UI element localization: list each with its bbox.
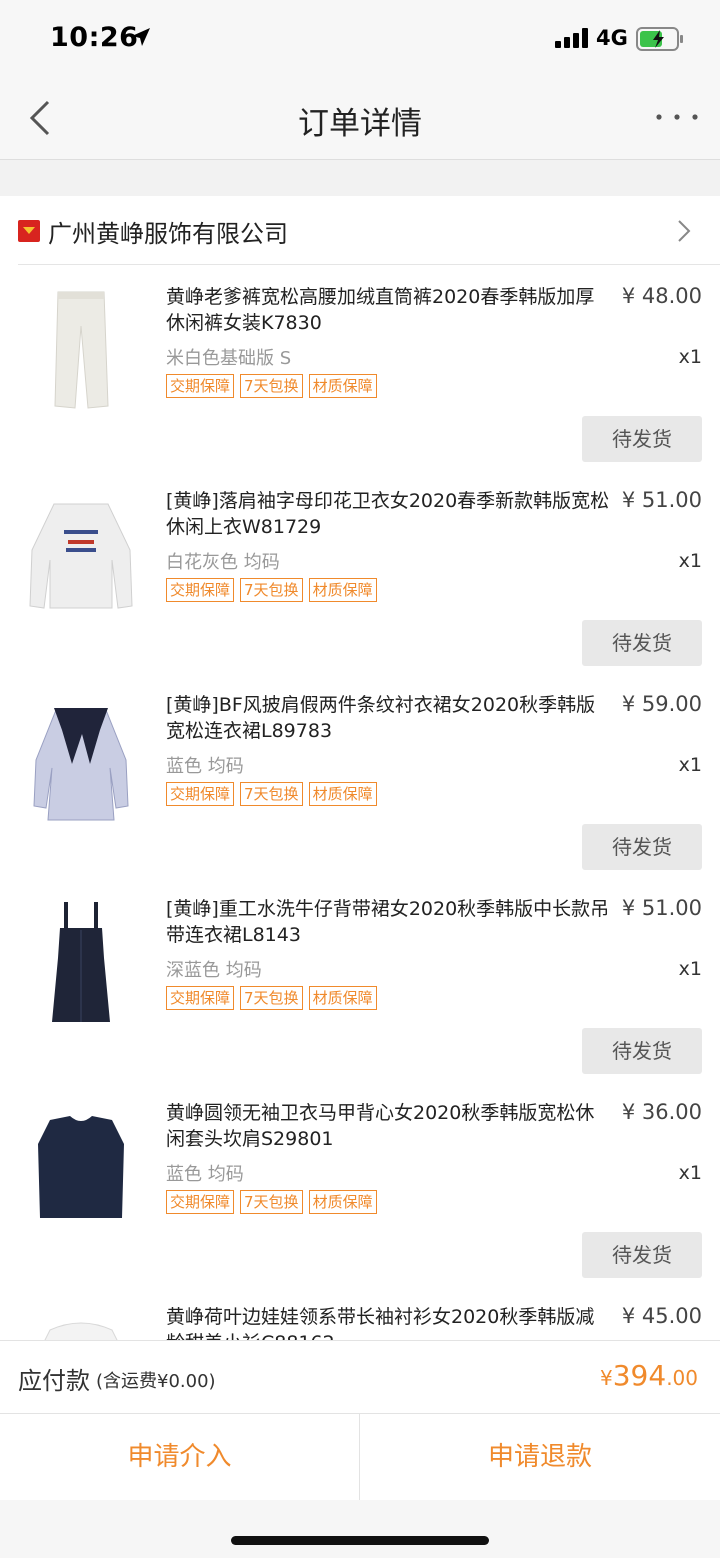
product-price: ¥ 48.00 (621, 284, 702, 308)
status-button-pending[interactable]: 待发货 (582, 824, 702, 870)
badge-exchange: 7天包换 (240, 1190, 303, 1214)
badge-material: 材质保障 (308, 986, 377, 1010)
product-image-vest[interactable] (20, 1102, 142, 1232)
payment-summary: 应付款 (含运费¥0.00) ¥394.00 (0, 1340, 720, 1414)
product-spec: 深蓝色 均码 (166, 960, 262, 981)
badge-delivery: 交期保障 (166, 782, 235, 806)
order-item[interactable]: 黄峥圆领无袖卫衣马甲背心女2020秋季韩版宽松休闲套头坎肩S29801 ¥ 36… (0, 1082, 720, 1286)
order-item[interactable]: [黄峥]重工水洗牛仔背带裙女2020秋季韩版中长款吊带连衣裙L8143 ¥ 51… (0, 878, 720, 1082)
status-button-pending[interactable]: 待发货 (582, 1028, 702, 1074)
product-quantity: x1 (678, 958, 702, 980)
badge-material: 材质保障 (308, 374, 377, 398)
product-price: ¥ 36.00 (621, 1100, 702, 1124)
product-spec: 蓝色 均码 (166, 1164, 244, 1185)
apply-intervention-button[interactable]: 申请介入 (0, 1414, 360, 1500)
shop-logo-icon (18, 220, 40, 242)
product-title[interactable]: 黄峥圆领无袖卫衣马甲背心女2020秋季韩版宽松休闲套头坎肩S29801 (166, 1100, 610, 1152)
badge-exchange: 7天包换 (240, 782, 303, 806)
total-amount: ¥394.00 (600, 1359, 698, 1392)
product-image-denim-pinafore[interactable] (20, 898, 142, 1028)
order-item[interactable]: 黄峥老爹裤宽松高腰加绒直筒裤2020春季韩版加厚休闲裤女装K7830 ¥ 48.… (0, 266, 720, 470)
badge-delivery: 交期保障 (166, 986, 235, 1010)
battery-charging-icon (636, 27, 683, 51)
guarantee-badges: 交期保障 7天包换 材质保障 (166, 1190, 377, 1214)
guarantee-badges: 交期保障 7天包换 材质保障 (166, 578, 377, 602)
amount-due-label: 应付款 (18, 1367, 90, 1395)
status-button-pending[interactable]: 待发货 (582, 1232, 702, 1278)
divider (18, 264, 720, 265)
order-shop-card: 广州黄峥服饰有限公司 黄峥老爹裤宽松高腰加绒直筒裤2020春季韩版加厚休闲裤女装… (0, 196, 720, 1436)
badge-exchange: 7天包换 (240, 578, 303, 602)
status-time: 10:26 (50, 22, 139, 53)
currency-symbol: ¥ (600, 1366, 613, 1390)
more-options-icon[interactable] (654, 112, 700, 122)
product-spec: 蓝色 均码 (166, 756, 244, 777)
product-image-sweatshirt[interactable] (20, 490, 142, 620)
nav-bar: 订单详情 (0, 76, 720, 160)
order-item[interactable]: [黄峥]落肩袖字母印花卫衣女2020春季新款韩版宽松休闲上衣W81729 ¥ 5… (0, 470, 720, 674)
product-spec: 米白色基础版 S (166, 348, 292, 369)
page-title: 订单详情 (298, 106, 422, 142)
guarantee-badges: 交期保障 7天包换 材质保障 (166, 782, 377, 806)
order-item[interactable]: [黄峥]BF风披肩假两件条纹衬衣裙女2020秋季韩版宽松连衣裙L89783 ¥ … (0, 674, 720, 878)
cellular-signal-icon (555, 28, 588, 48)
badge-material: 材质保障 (308, 782, 377, 806)
home-indicator[interactable] (231, 1536, 489, 1545)
product-title[interactable]: [黄峥]BF风披肩假两件条纹衬衣裙女2020秋季韩版宽松连衣裙L89783 (166, 692, 610, 744)
action-row: 申请介入 申请退款 (0, 1414, 720, 1500)
product-price: ¥ 51.00 (621, 896, 702, 920)
product-quantity: x1 (678, 346, 702, 368)
home-indicator-area (0, 1500, 720, 1558)
badge-delivery: 交期保障 (166, 1190, 235, 1214)
badge-delivery: 交期保障 (166, 374, 235, 398)
location-arrow-icon (132, 28, 150, 46)
badge-exchange: 7天包换 (240, 986, 303, 1010)
total-integer: 394 (612, 1359, 667, 1392)
network-type: 4G (596, 26, 628, 50)
product-price: ¥ 59.00 (621, 692, 702, 716)
product-title[interactable]: [黄峥]重工水洗牛仔背带裙女2020秋季韩版中长款吊带连衣裙L8143 (166, 896, 610, 948)
badge-material: 材质保障 (308, 578, 377, 602)
product-title[interactable]: 黄峥老爹裤宽松高腰加绒直筒裤2020春季韩版加厚休闲裤女装K7830 (166, 284, 610, 336)
apply-refund-button[interactable]: 申请退款 (360, 1414, 720, 1500)
shop-header[interactable]: 广州黄峥服饰有限公司 (0, 196, 720, 264)
status-button-pending[interactable]: 待发货 (582, 620, 702, 666)
badge-exchange: 7天包换 (240, 374, 303, 398)
guarantee-badges: 交期保障 7天包换 材质保障 (166, 986, 377, 1010)
product-image-shirt-dress[interactable] (20, 694, 142, 824)
badge-delivery: 交期保障 (166, 578, 235, 602)
guarantee-badges: 交期保障 7天包换 材质保障 (166, 374, 377, 398)
product-title[interactable]: [黄峥]落肩袖字母印花卫衣女2020春季新款韩版宽松休闲上衣W81729 (166, 488, 610, 540)
status-bar: 10:26 4G (0, 0, 720, 76)
shipping-note: (含运费¥0.00) (96, 1371, 216, 1392)
chevron-right-icon[interactable] (676, 218, 692, 244)
product-image-trousers[interactable] (20, 286, 142, 416)
badge-material: 材质保障 (308, 1190, 377, 1214)
product-spec: 白花灰色 均码 (166, 552, 280, 573)
product-price: ¥ 51.00 (621, 488, 702, 512)
total-decimal: .00 (666, 1366, 698, 1390)
shop-name: 广州黄峥服饰有限公司 (48, 220, 288, 248)
product-quantity: x1 (678, 1162, 702, 1184)
product-price: ¥ 45.00 (621, 1304, 702, 1328)
status-button-pending[interactable]: 待发货 (582, 416, 702, 462)
product-quantity: x1 (678, 754, 702, 776)
product-quantity: x1 (678, 550, 702, 572)
